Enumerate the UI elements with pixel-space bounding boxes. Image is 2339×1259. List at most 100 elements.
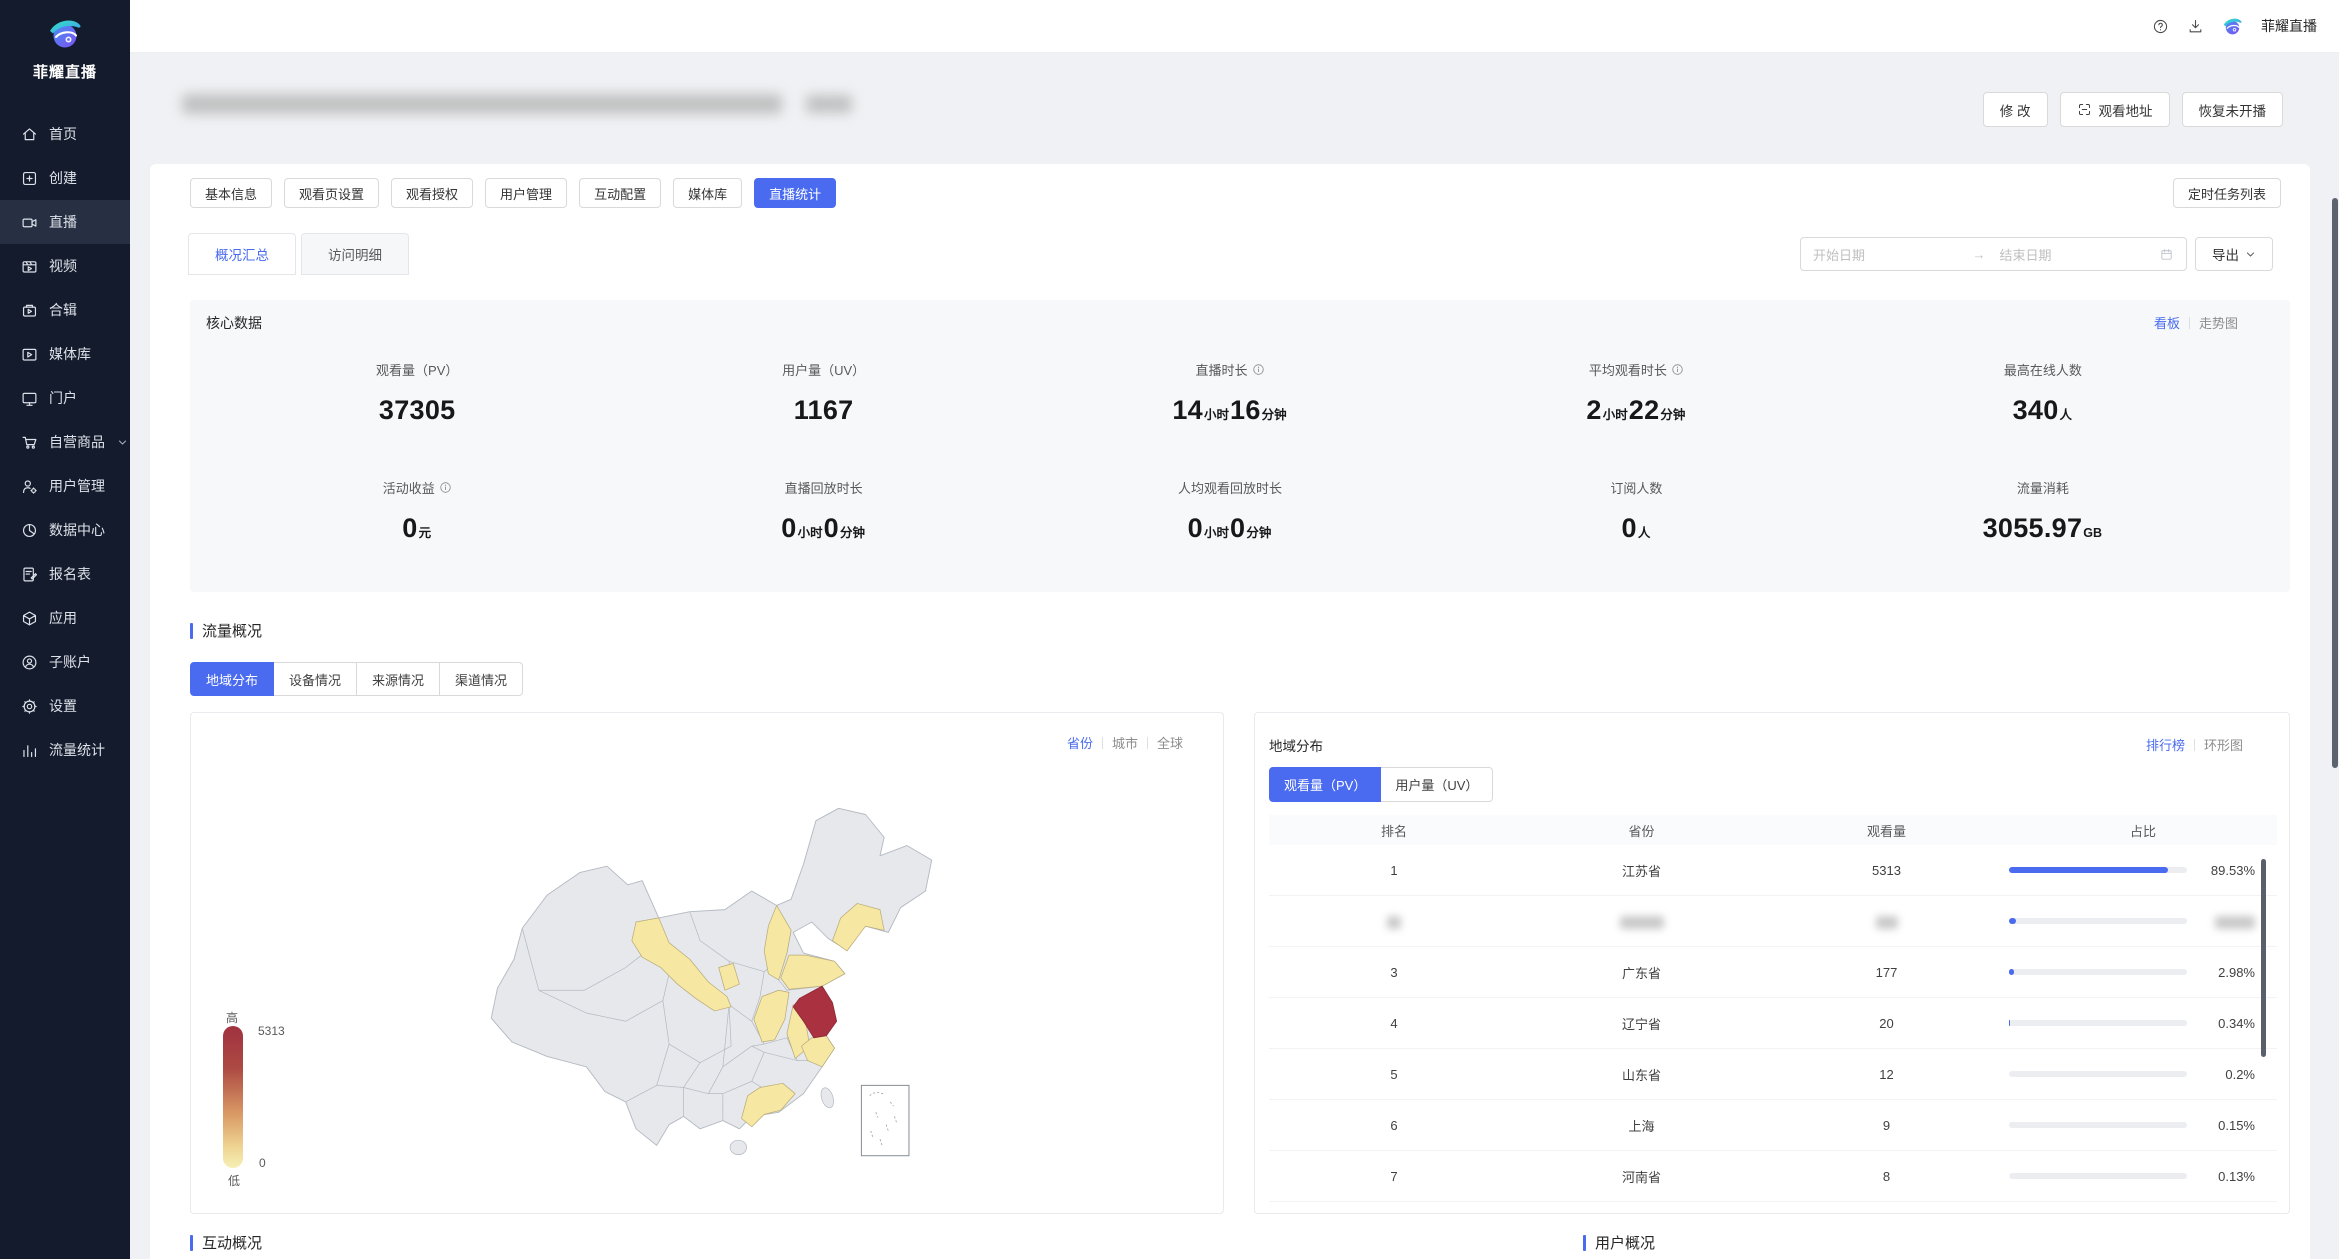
live-icon	[21, 214, 38, 231]
help-icon[interactable]	[2152, 18, 2169, 35]
tab-basic-info[interactable]: 基本信息	[190, 178, 272, 208]
subtab-visit-details[interactable]: 访问明细	[301, 233, 409, 275]
date-range-picker[interactable]: 开始日期 → 结束日期	[1800, 237, 2187, 271]
sidebar-nav: 首页 创建 直播 视频 合辑 媒体库 门户	[0, 112, 130, 772]
sidebar-item-user-management[interactable]: 用户管理	[0, 464, 130, 508]
map-legend: 高 5313 0 低	[223, 1009, 333, 1195]
toggle-divider	[1147, 737, 1148, 749]
cell-views: 20	[1764, 1016, 2009, 1031]
interaction-section-title: 互动概况	[190, 1232, 262, 1253]
percent-bar-track	[2009, 1071, 2187, 1077]
data-center-icon	[21, 522, 38, 539]
cell-views: 8	[1764, 1169, 2009, 1184]
topbar-right: 菲耀直播	[2152, 0, 2317, 52]
legend-min-value: 0	[259, 1156, 266, 1170]
traffic-tab-channel[interactable]: 渠道情况	[439, 662, 523, 696]
sidebar-item-album[interactable]: 合辑	[0, 288, 130, 332]
tab-watch-page-settings[interactable]: 观看页设置	[284, 178, 379, 208]
account-name[interactable]: 菲耀直播	[2261, 16, 2317, 36]
download-icon[interactable]	[2187, 18, 2204, 35]
map-south-sea-inset	[861, 1085, 909, 1155]
china-map[interactable]	[423, 783, 971, 1181]
sidebar-item-portal[interactable]: 门户	[0, 376, 130, 420]
rank-metric-tab-pv[interactable]: 观看量（PV）	[1269, 767, 1381, 802]
sidebar-item-live[interactable]: 直播	[0, 200, 130, 244]
tab-media-library[interactable]: 媒体库	[673, 178, 742, 208]
core-view-toggle: 看板走势图	[2154, 313, 2238, 332]
chevron-down-icon	[2245, 249, 2256, 260]
metric-label: 人均观看回放时长	[1027, 478, 1433, 497]
sidebar-item-video[interactable]: 视频	[0, 244, 130, 288]
cell-province: 辽宁省	[1519, 1014, 1764, 1033]
core-view-board[interactable]: 看板	[2154, 313, 2180, 332]
metric-label: 直播回放时长	[620, 478, 1026, 497]
section-accent-bar	[1583, 1235, 1586, 1251]
rank-view-donut[interactable]: 环形图	[2204, 735, 2243, 754]
map-hainan	[730, 1140, 747, 1154]
sidebar-item-data-center[interactable]: 数据中心	[0, 508, 130, 552]
export-button[interactable]: 导出	[2195, 237, 2273, 271]
title-actions: 修 改 观看地址 恢复未开播	[1983, 92, 2283, 127]
sidebar-item-traffic-stats[interactable]: 流量统计	[0, 728, 130, 772]
content: 修 改 观看地址 恢复未开播 基本信息观看页设置观看授权用户管理互动配置媒体库直…	[130, 52, 2339, 1259]
cell-rank: 4	[1269, 1016, 1519, 1031]
metric-label: 订阅人数	[1433, 478, 1839, 497]
tab-interaction-config[interactable]: 互动配置	[579, 178, 661, 208]
traffic-tab-device[interactable]: 设备情况	[273, 662, 357, 696]
traffic-tab-source[interactable]: 来源情况	[356, 662, 440, 696]
map-scope-province[interactable]: 省份	[1067, 733, 1093, 752]
sidebar-item-home[interactable]: 首页	[0, 112, 130, 156]
tab-watch-auth[interactable]: 观看授权	[391, 178, 473, 208]
table-header-cell: 省份	[1519, 821, 1764, 840]
metric-label: 平均观看时长	[1433, 360, 1839, 379]
cell-percent: 0.34%	[2009, 1016, 2277, 1031]
map-scope-city[interactable]: 城市	[1112, 733, 1138, 752]
map-scope-global[interactable]: 全球	[1157, 733, 1183, 752]
sidebar-item-settings[interactable]: 设置	[0, 684, 130, 728]
restore-unstarted-button[interactable]: 恢复未开播	[2182, 92, 2284, 127]
rank-metric-tab-uv[interactable]: 用户量（UV）	[1380, 767, 1493, 802]
form-icon	[21, 566, 38, 583]
cell-province: 江苏省	[1519, 861, 1764, 880]
sidebar-item-own-products[interactable]: 自营商品	[0, 420, 130, 464]
info-icon[interactable]	[1252, 363, 1265, 376]
section-accent-bar	[190, 1235, 193, 1251]
sidebar-item-create[interactable]: 创建	[0, 156, 130, 200]
metric-value: 37305	[214, 395, 620, 426]
subtab-overview-summary[interactable]: 概况汇总	[188, 233, 296, 275]
cell-percent: 89.53%	[2009, 863, 2277, 878]
cell-rank: 3	[1269, 965, 1519, 980]
info-icon[interactable]	[439, 481, 452, 494]
legend-low-label: 低	[228, 1172, 240, 1189]
table-header-cell: 排名	[1269, 821, 1519, 840]
metric-row-2: 活动收益 0元 直播回放时长 0小时0分钟 人均观看回放时长 0小时0分钟 订阅…	[214, 478, 2246, 544]
traffic-tabs: 地域分布设备情况来源情况渠道情况	[190, 662, 523, 696]
metric-avg-replay-duration: 人均观看回放时长 0小时0分钟	[1027, 478, 1433, 544]
cell-province: 上海	[1519, 1116, 1764, 1135]
settings-icon	[21, 698, 38, 715]
rank-view-ranking[interactable]: 排行榜	[2146, 735, 2185, 754]
table-row: 7 河南省 8 0.13%	[1269, 1151, 2277, 1202]
cell-percent: 0.15%	[2009, 1118, 2277, 1133]
cell-percent: 0.13%	[2009, 1169, 2277, 1184]
tab-live-stats[interactable]: 直播统计	[754, 178, 836, 208]
cell-percent: 2.98%	[2009, 965, 2277, 980]
sidebar-item-registration-form[interactable]: 报名表	[0, 552, 130, 596]
rank-card-title: 地域分布	[1269, 735, 1323, 755]
info-icon[interactable]	[1671, 363, 1684, 376]
modify-button[interactable]: 修 改	[1983, 92, 2048, 127]
sidebar-item-sub-account[interactable]: 子账户	[0, 640, 130, 684]
table-scrollbar[interactable]	[2261, 859, 2266, 1057]
watch-address-button[interactable]: 观看地址	[2060, 92, 2170, 127]
cell-views: 5313	[1764, 863, 2009, 878]
timer-task-list-button[interactable]: 定时任务列表	[2173, 178, 2281, 208]
page-scrollbar[interactable]	[2332, 198, 2338, 768]
traffic-tab-region[interactable]: 地域分布	[190, 662, 274, 696]
sidebar-item-media-library[interactable]: 媒体库	[0, 332, 130, 376]
core-data-panel: 核心数据 看板走势图 观看量（PV） 37305 用户量（UV） 1167 直播…	[190, 300, 2290, 592]
sidebar-item-apps[interactable]: 应用	[0, 596, 130, 640]
core-view-trend[interactable]: 走势图	[2199, 313, 2238, 332]
traffic-section-title: 流量概况	[190, 620, 262, 641]
metric-live-duration: 直播时长 14小时16分钟	[1027, 360, 1433, 426]
tab-user-management[interactable]: 用户管理	[485, 178, 567, 208]
